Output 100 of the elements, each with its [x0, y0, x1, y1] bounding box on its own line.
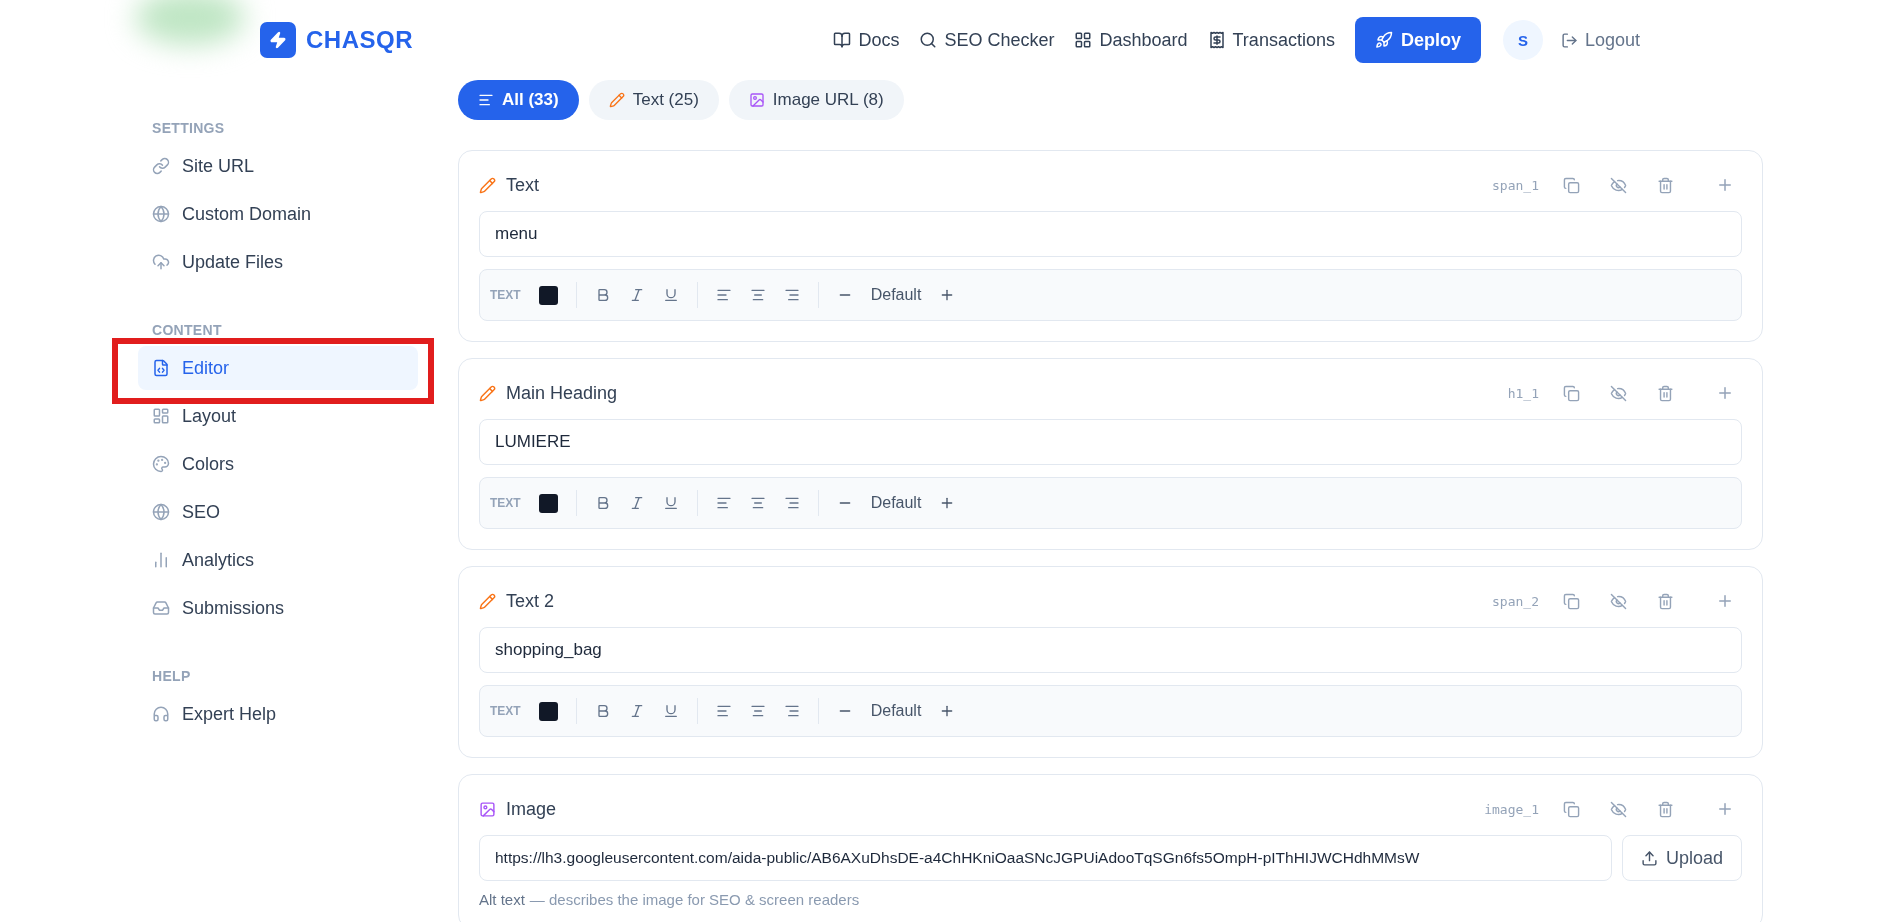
style-label: TEXT	[490, 288, 521, 302]
font-size-value: Default	[870, 286, 922, 304]
alt-text-hint: Alt text — describes the image for SEO & screen readers	[479, 891, 861, 908]
underline-icon[interactable]	[662, 287, 679, 303]
color-swatch[interactable]	[538, 285, 558, 305]
eye-off-icon[interactable]	[1610, 384, 1627, 402]
logo-text: CHASQR	[306, 26, 413, 54]
layout-icon	[152, 407, 170, 425]
color-swatch[interactable]	[538, 493, 558, 513]
copy-icon[interactable]	[1563, 800, 1580, 818]
headset-icon	[152, 705, 170, 723]
trash-icon[interactable]	[1657, 592, 1674, 610]
link-icon	[152, 157, 170, 175]
sidebar-item[interactable]: Layout	[138, 394, 418, 438]
logout-icon	[1560, 31, 1578, 49]
copy-icon[interactable]	[1563, 176, 1580, 194]
text-field[interactable]: LUMIERE	[479, 419, 1742, 465]
avatar[interactable]: S	[1502, 20, 1543, 60]
receipt-icon	[1207, 31, 1226, 49]
color-swatch[interactable]	[538, 701, 558, 721]
card-title: Text 2	[506, 590, 556, 612]
align-center-icon[interactable]	[749, 703, 766, 719]
plus-icon[interactable]	[1716, 800, 1734, 818]
image-icon	[479, 800, 496, 818]
align-left-icon[interactable]	[715, 287, 732, 303]
deploy-button[interactable]: Deploy	[1354, 17, 1481, 63]
globe-icon	[152, 503, 170, 521]
logout-link[interactable]: Logout	[1560, 29, 1640, 51]
card-title: Image	[506, 798, 558, 820]
search-icon	[919, 31, 938, 49]
sidebar-item[interactable]: Editor	[138, 346, 418, 390]
sidebar-item[interactable]: Colors	[138, 442, 418, 486]
section-title: CONTENT	[151, 322, 223, 338]
nav-link[interactable]: Dashboard	[1074, 29, 1188, 51]
sidebar-item[interactable]: Analytics	[138, 538, 418, 582]
align-left-icon[interactable]	[715, 495, 732, 511]
text-field[interactable]: menu	[479, 211, 1742, 257]
align-center-icon[interactable]	[749, 287, 766, 303]
copy-icon[interactable]	[1563, 384, 1580, 402]
url-field[interactable]: https://lh3.googleusercontent.com/aida-public/AB6AXuDhsDE-a4ChHKniOaaSNcJGPUiAdooTqSGn6fs5OmpH-pIThHIJWCHdhMMsW	[479, 835, 1612, 881]
sidebar-item[interactable]: Site URL	[138, 144, 418, 188]
plus-icon[interactable]	[1716, 592, 1734, 610]
nav-link[interactable]: Transactions	[1207, 29, 1335, 51]
eye-off-icon[interactable]	[1610, 800, 1627, 818]
plus-icon[interactable]	[1716, 176, 1734, 194]
underline-icon[interactable]	[662, 495, 679, 511]
copy-icon[interactable]	[1563, 592, 1580, 610]
text-field[interactable]: shopping_bag	[479, 627, 1742, 673]
align-right-icon[interactable]	[783, 287, 800, 303]
nav-link[interactable]: Docs	[833, 29, 900, 51]
style-label: TEXT	[490, 496, 521, 510]
section-title: HELP	[151, 668, 192, 684]
grid-icon	[1074, 31, 1093, 49]
upload-button[interactable]: Upload	[1621, 835, 1742, 881]
style-label: TEXT	[490, 704, 521, 718]
sidebar-item[interactable]: Expert Help	[138, 692, 418, 736]
align-left-icon[interactable]	[715, 703, 732, 719]
sidebar-item[interactable]: Update Files	[138, 240, 418, 284]
pencil-icon	[479, 384, 496, 402]
sidebar-item[interactable]: Submissions	[138, 586, 418, 630]
upload-icon	[1640, 849, 1658, 867]
plus-icon[interactable]	[1716, 384, 1734, 402]
cloud-upload-icon	[152, 253, 170, 271]
card-title: Text	[506, 174, 540, 196]
align-center-icon[interactable]	[749, 495, 766, 511]
element-tag: span_1	[1492, 177, 1539, 193]
element-tag: span_2	[1492, 593, 1539, 609]
filter-tab[interactable]: All (33)	[458, 80, 579, 120]
pencil-icon	[479, 592, 496, 610]
trash-icon[interactable]	[1657, 800, 1674, 818]
nav-link[interactable]: SEO Checker	[919, 29, 1055, 51]
trash-icon[interactable]	[1657, 384, 1674, 402]
filter-tab[interactable]: Text (25)	[588, 80, 719, 120]
eye-off-icon[interactable]	[1610, 176, 1627, 194]
pencil-icon	[608, 92, 625, 108]
font-size-value: Default	[870, 494, 922, 512]
align-right-icon[interactable]	[783, 703, 800, 719]
sidebar-item[interactable]: Custom Domain	[138, 192, 418, 236]
bar-chart-icon	[152, 551, 170, 569]
pencil-icon	[479, 176, 496, 194]
image-icon	[748, 92, 765, 108]
rocket-icon	[1374, 31, 1393, 49]
palette-icon	[152, 455, 170, 473]
inbox-icon	[152, 599, 170, 617]
logo-icon	[260, 22, 296, 58]
lines-icon	[478, 92, 494, 108]
eye-off-icon[interactable]	[1610, 592, 1627, 610]
sidebar-item[interactable]: SEO	[138, 490, 418, 534]
globe-icon	[152, 205, 170, 223]
font-size-value: Default	[870, 702, 922, 720]
align-right-icon[interactable]	[783, 495, 800, 511]
trash-icon[interactable]	[1657, 176, 1674, 194]
code-file-icon	[152, 359, 170, 377]
book-icon	[833, 31, 852, 49]
underline-icon[interactable]	[662, 703, 679, 719]
card-title: Main Heading	[506, 382, 619, 404]
element-tag: image_1	[1484, 801, 1539, 817]
filter-tab[interactable]: Image URL (8)	[728, 80, 904, 120]
element-tag: h1_1	[1507, 385, 1539, 401]
section-title: SETTINGS	[151, 120, 226, 136]
